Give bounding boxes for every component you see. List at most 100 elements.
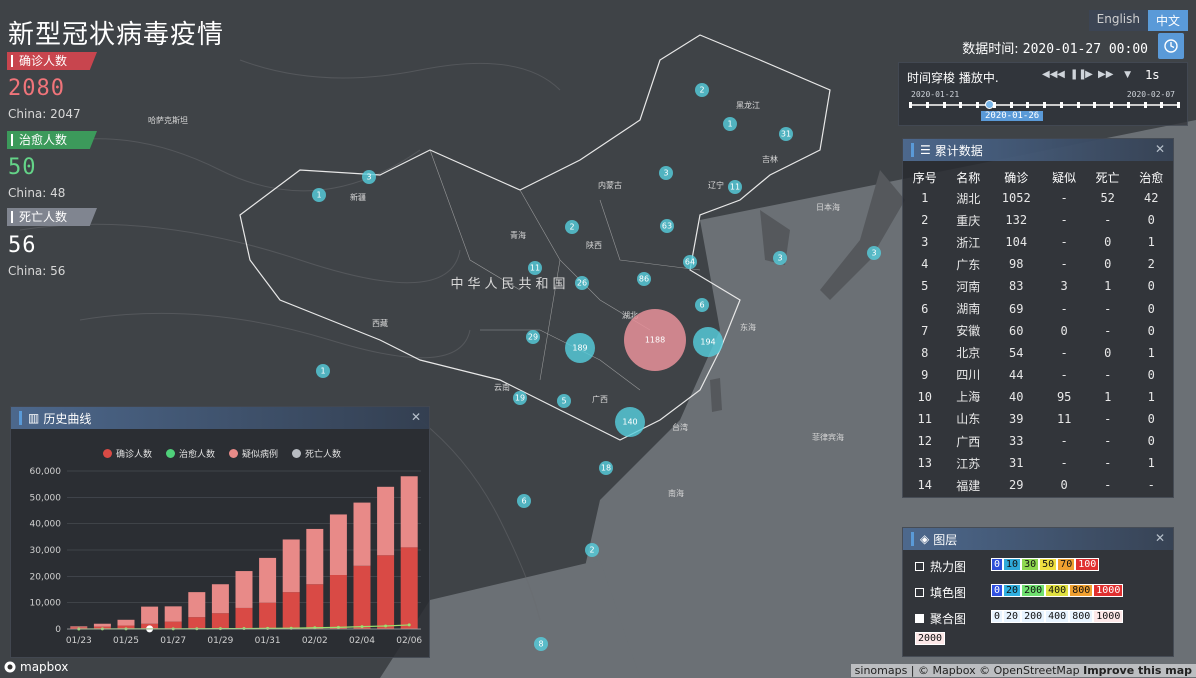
timeline-tick[interactable]	[1043, 102, 1046, 108]
case-bubble[interactable]: 1	[316, 364, 330, 378]
layer-cluster[interactable]: 聚合图	[915, 610, 966, 627]
timeline-tick[interactable]	[1126, 102, 1130, 108]
attribution-text[interactable]: sinomaps | © Mapbox © OpenStreetMap	[855, 664, 1080, 677]
mapbox-logo[interactable]: mapbox	[4, 660, 68, 674]
case-bubble[interactable]: 1	[723, 117, 737, 131]
case-bubble[interactable]: 26	[575, 276, 589, 290]
table-cell: 安徽	[956, 324, 981, 339]
case-bubble[interactable]: 63	[660, 219, 674, 233]
table-row[interactable]: 11 山东 39 11 - 0	[903, 408, 1173, 430]
bubble-count: 2	[589, 546, 594, 555]
heatmap-checkbox[interactable]	[915, 562, 924, 571]
timeline-tick[interactable]	[1110, 102, 1113, 108]
case-bubble[interactable]: 64	[683, 255, 697, 269]
case-bubble[interactable]: 19	[513, 391, 527, 405]
speed-select[interactable]: 1s	[1145, 68, 1159, 82]
case-bubble[interactable]: 3	[867, 246, 881, 260]
pause-icon[interactable]: ❚❚	[1070, 69, 1087, 80]
timeline-tick[interactable]	[992, 102, 996, 108]
case-bubble[interactable]: 1	[312, 188, 326, 202]
confirmed-bar	[235, 607, 253, 629]
timeline-tick[interactable]	[1143, 102, 1147, 108]
step-forward-icon[interactable]: ▶	[1084, 69, 1094, 80]
table-row[interactable]: 10 上海 40 95 1 1	[903, 386, 1173, 408]
lang-chinese-button[interactable]: 中文	[1147, 10, 1188, 31]
table-row[interactable]: 2 重庆 132 - - 0	[903, 209, 1173, 231]
table-row[interactable]: 8 北京 54 - 0 1	[903, 342, 1173, 364]
case-bubble[interactable]: 3	[362, 170, 376, 184]
case-bubble[interactable]: 31	[779, 127, 793, 141]
case-bubble[interactable]: 2	[565, 220, 579, 234]
legend-death[interactable]: 死亡人数	[292, 447, 341, 460]
time-travel-button[interactable]	[1158, 33, 1184, 59]
table-row[interactable]: 12 广西 33 - - 0	[903, 430, 1173, 452]
table-cell: 4	[921, 257, 929, 272]
case-bubble[interactable]: 189	[565, 333, 595, 363]
table-cell: -	[1060, 235, 1068, 250]
timeline-tick[interactable]	[1177, 102, 1180, 108]
choropleth-checkbox[interactable]	[915, 588, 924, 597]
case-bubble[interactable]: 86	[637, 272, 651, 286]
step-back-icon[interactable]: ◀	[1056, 69, 1066, 80]
improve-map-link[interactable]: Improve this map	[1083, 664, 1192, 677]
confirmed-bar	[329, 575, 347, 629]
timeline-tick[interactable]	[1093, 102, 1097, 108]
table-row[interactable]: 5 河南 83 3 1 0	[903, 275, 1173, 297]
table-row[interactable]: 4 广东 98 - 0 2	[903, 253, 1173, 275]
legend-cured[interactable]: 治愈人数	[166, 447, 215, 460]
case-bubble[interactable]: 3	[773, 251, 787, 265]
table-row[interactable]: 7 安徽 60 0 - 0	[903, 320, 1173, 342]
table-row[interactable]: 6 湖南 69 - - 0	[903, 297, 1173, 319]
case-bubble[interactable]: 140	[615, 407, 645, 437]
case-bubble[interactable]: 18	[599, 461, 613, 475]
timeline-tick[interactable]	[976, 102, 979, 108]
timeline-tick[interactable]	[1026, 102, 1030, 108]
case-bubble[interactable]: 11	[528, 261, 542, 275]
cluster-scale-extra: 2000	[915, 632, 946, 645]
table-cell: 12	[917, 434, 932, 449]
case-bubble[interactable]: 194	[693, 327, 723, 357]
case-bubble[interactable]: 5	[557, 394, 571, 408]
close-icon[interactable]: ✕	[1155, 531, 1165, 545]
skip-start-icon[interactable]: ◀◀	[1042, 69, 1057, 80]
close-icon[interactable]: ✕	[411, 410, 421, 424]
case-bubble[interactable]: 2	[585, 543, 599, 557]
table-row[interactable]: 13 江苏 31 - - 1	[903, 452, 1173, 474]
case-bubble[interactable]: 8	[534, 637, 548, 651]
map-attribution: sinomaps | © Mapbox © OpenStreetMap Impr…	[850, 664, 1196, 677]
case-bubble[interactable]: 1188	[624, 309, 686, 371]
header-accent	[911, 143, 914, 157]
timeline-track[interactable]	[909, 100, 1180, 109]
timeline-tick[interactable]	[1059, 102, 1063, 108]
timeline-tick[interactable]	[925, 102, 929, 108]
close-icon[interactable]: ✕	[1155, 142, 1165, 156]
case-bubble[interactable]: 6	[695, 298, 709, 312]
skip-end-icon[interactable]: ▶▶	[1098, 69, 1113, 80]
timeline-tick[interactable]	[942, 102, 946, 108]
case-bubble[interactable]: 11	[728, 180, 742, 194]
case-bubble[interactable]: 29	[526, 330, 540, 344]
lang-english-button[interactable]: English	[1088, 10, 1148, 31]
layer-choropleth[interactable]: 填色图	[915, 584, 966, 601]
timeline-tick[interactable]	[959, 102, 963, 108]
table-row[interactable]: 14 福建 29 0 - -	[903, 474, 1173, 496]
legend-suspected[interactable]: 疑似病例	[229, 447, 278, 460]
timeline-tick[interactable]	[1009, 102, 1013, 108]
legend-confirmed[interactable]: 确诊人数	[103, 447, 152, 460]
case-bubble[interactable]: 6	[517, 494, 531, 508]
cumulative-table: 序号 名称 确诊 疑似 死亡 治愈 1 湖北 1052-52 42 2 重庆 132- -0 3 浙江 104…	[903, 167, 1173, 496]
table-row[interactable]: 9 四川 44 - - 0	[903, 364, 1173, 386]
confirmed-label: 确诊人数	[7, 52, 97, 70]
timeline-tick[interactable]	[909, 102, 912, 108]
table-row[interactable]: 3 浙江 104 - 0 1	[903, 231, 1173, 253]
cluster-checkbox[interactable]	[915, 614, 924, 623]
timeline-tick[interactable]	[1160, 102, 1164, 108]
svg-text:陕西: 陕西	[586, 240, 602, 250]
layer-heatmap[interactable]: 热力图	[915, 558, 966, 575]
table-row[interactable]: 1 湖北 1052 - 52 42	[903, 187, 1173, 209]
case-bubble[interactable]: 3	[659, 166, 673, 180]
speed-caret-icon[interactable]: ▼	[1124, 70, 1131, 80]
timeline-tick[interactable]	[1076, 102, 1080, 108]
history-chart[interactable]: 0 10,000 20,000 30,000 40,000 50,000 60,000 01/…	[11, 463, 431, 653]
case-bubble[interactable]: 2	[695, 83, 709, 97]
